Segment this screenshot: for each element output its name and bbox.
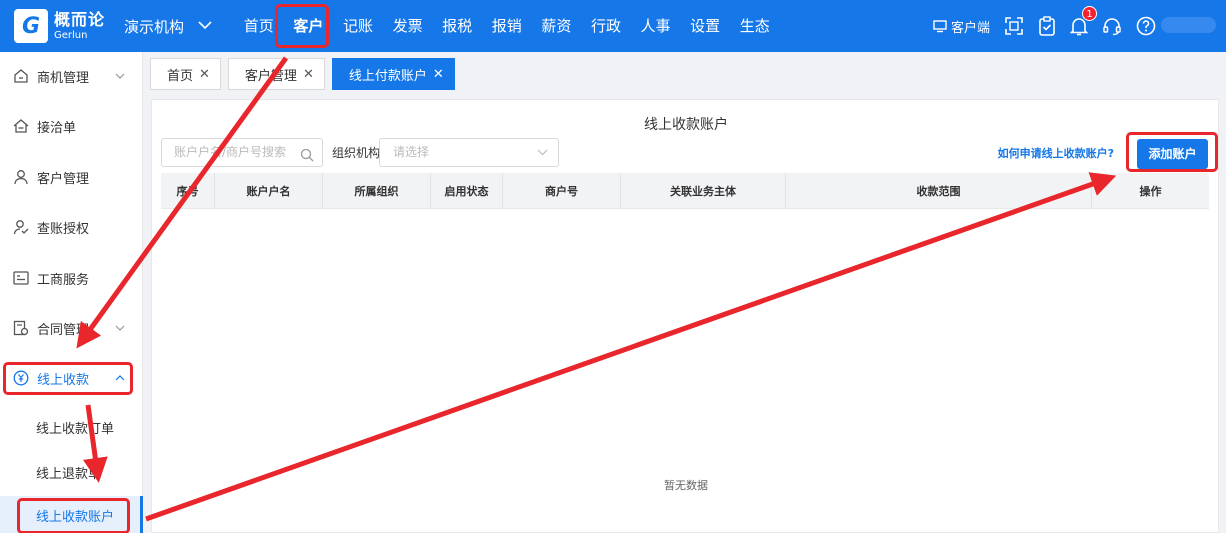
sidebar-item-label: 线上收款 [37,372,90,388]
customer-icon [13,169,29,185]
headset-icon[interactable] [1102,16,1122,36]
notification-badge: 1 [1082,6,1097,21]
sidebar-item-label: 商机管理 [37,70,90,86]
nav-settings[interactable]: 设置 [680,0,730,52]
audit-auth-icon [13,219,29,235]
nav-hr[interactable]: 人事 [631,0,681,52]
monitor-icon [933,19,947,33]
chevron-up-icon [115,373,125,384]
sidebar-item-label: 查账授权 [37,221,90,237]
sidebar-item-opportunity[interactable]: 商机管理 [0,56,143,96]
sidebar-item-label: 合同管理 [37,322,90,338]
tab-label: 首页 [167,68,194,84]
contract-icon [13,320,29,336]
scan-icon[interactable] [1004,16,1024,36]
org-filter-label: 组织机构 [332,146,381,160]
tab-customer-management[interactable]: 客户管理 ✕ [227,58,325,90]
chevron-down-icon [198,18,212,34]
main-panel: 线上收款账户 账户户名/商户号搜索 组织机构 请选择 如何申请线上收款账户? 添… [151,99,1219,533]
nav-invoice[interactable]: 发票 [383,0,433,52]
close-icon[interactable]: ✕ [199,67,210,82]
logo-name-en: Gerlun [54,29,88,41]
column-header: 所属组织 [323,173,431,208]
clipboard-check-icon[interactable] [1038,16,1056,36]
sidebar-item-online-payment[interactable]: 线上收款 [0,358,143,398]
nav-admin[interactable]: 行政 [581,0,631,52]
sidebar-subitem-online-orders[interactable]: 线上收款订单 [0,408,143,446]
logo-mark: G [14,9,48,43]
top-bar: G 概而论 Gerlun 演示机构 首页 客户 记账 发票 报税 报销 薪资 行… [0,0,1226,52]
table-header: 序号 账户户名 所属组织 启用状态 商户号 关联业务主体 收款范围 操作 [161,173,1209,209]
sidebar-item-contract[interactable]: 合同管理 [0,308,143,348]
business-service-icon [13,270,29,286]
accounts-table: 序号 账户户名 所属组织 启用状态 商户号 关联业务主体 收款范围 操作 [161,173,1209,209]
column-header: 关联业务主体 [621,173,786,208]
search-input[interactable]: 账户户名/商户号搜索 [161,138,323,167]
bell-icon[interactable]: 1 [1070,6,1097,36]
sidebar-item-business-service[interactable]: 工商服务 [0,258,143,298]
sidebar-item-contact-form[interactable]: 接洽单 [0,106,143,146]
chevron-down-icon [115,71,125,82]
page-tabs: 首页 ✕ 客户管理 ✕ 线上付款账户 ✕ [150,58,462,90]
org-switcher[interactable]: 演示机构 [124,16,212,37]
org-select-placeholder: 请选择 [393,145,430,159]
nav-reimbursement[interactable]: 报销 [482,0,532,52]
opportunity-icon [13,68,29,84]
header-tools: 客户端 1 [919,0,1156,52]
search-placeholder: 账户户名/商户号搜索 [174,145,287,159]
page-title: 线上收款账户 [644,117,728,133]
client-label: 客户端 [950,20,990,36]
org-filter-select[interactable]: 请选择 [379,138,559,167]
logo-name-cn: 概而论 [54,9,106,29]
org-name: 演示机构 [124,17,185,36]
column-header: 商户号 [503,173,621,208]
column-header: 操作 [1139,184,1162,198]
client-button[interactable]: 客户端 [933,17,990,36]
sidebar-item-label: 客户管理 [37,171,90,187]
empty-state: 暂无数据 [664,479,708,492]
tab-online-accounts[interactable]: 线上付款账户 ✕ [331,58,455,90]
search-icon[interactable] [300,145,314,172]
chevron-down-icon [115,323,125,334]
tab-label: 客户管理 [244,68,297,84]
chevron-down-icon [537,139,548,166]
nav-ecosystem[interactable]: 生态 [730,0,780,52]
nav-bookkeeping[interactable]: 记账 [333,0,383,52]
online-payment-icon [13,370,29,386]
tab-home[interactable]: 首页 ✕ [150,58,221,90]
help-icon[interactable] [1136,16,1156,36]
close-icon[interactable]: ✕ [303,67,314,82]
close-icon[interactable]: ✕ [433,67,444,82]
sidebar-item-label: 工商服务 [37,272,90,288]
nav-home[interactable]: 首页 [234,0,284,52]
main-nav: 首页 客户 记账 发票 报税 报销 薪资 行政 人事 设置 生态 [234,0,780,52]
column-header: 账户户名 [215,173,323,208]
sidebar: 商机管理 接洽单 客户管理 查账授权 工商服务 合同管理 线上收款 线上收款订单… [0,52,143,533]
contact-form-icon [13,118,29,134]
sidebar-subitem-online-refunds[interactable]: 线上退款单 [0,453,143,491]
sidebar-subitem-online-accounts[interactable]: 线上收款账户 [0,496,143,533]
nav-salary[interactable]: 薪资 [532,0,582,52]
column-header: 收款范围 [786,173,1092,208]
nav-customer[interactable]: 客户 [284,0,334,52]
sidebar-item-audit-auth[interactable]: 查账授权 [0,207,143,247]
user-avatar[interactable] [1161,17,1216,33]
help-link[interactable]: 如何申请线上收款账户? [998,145,1114,161]
nav-tax[interactable]: 报税 [432,0,482,52]
column-header: 启用状态 [431,173,503,208]
logo[interactable]: G 概而论 Gerlun [14,9,114,43]
add-account-button[interactable]: 添加账户 [1137,139,1208,169]
tab-label: 线上付款账户 [348,68,427,84]
sidebar-item-customer[interactable]: 客户管理 [0,157,143,197]
column-header: 序号 [161,173,215,208]
sidebar-item-label: 接洽单 [37,120,77,136]
